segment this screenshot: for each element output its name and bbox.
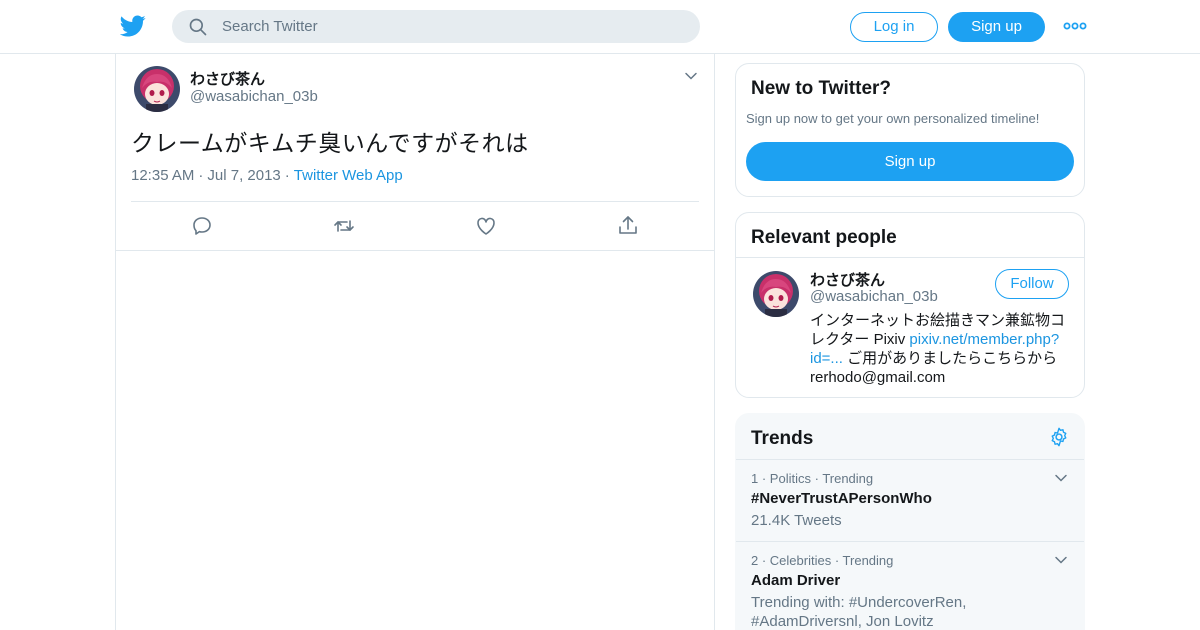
tweet-time[interactable]: 12:35 AM bbox=[131, 167, 194, 184]
main-column: わさび茶ん @wasabichan_03b クレームがキムチ臭いんですがそれは … bbox=[115, 54, 715, 630]
search-box[interactable] bbox=[172, 10, 700, 43]
trend-detail: 21.4K Tweets bbox=[751, 512, 842, 529]
tweet-date[interactable]: Jul 7, 2013 bbox=[207, 167, 280, 184]
card-title: Trends bbox=[751, 428, 814, 449]
divider bbox=[131, 201, 699, 202]
tweet-meta: 12:35 AM · Jul 7, 2013 · Twitter Web App bbox=[131, 167, 403, 184]
person-handle[interactable]: @wasabichan_03b bbox=[810, 288, 938, 305]
like-icon[interactable] bbox=[474, 214, 498, 238]
follow-button[interactable]: Follow bbox=[995, 269, 1069, 299]
bio-text: ご用がありましたらこちらから rerhodo@gmail.com bbox=[810, 350, 1058, 386]
person-display-name[interactable]: わさび茶ん bbox=[810, 269, 885, 290]
divider bbox=[736, 257, 1084, 258]
more-dots-icon[interactable] bbox=[1062, 16, 1088, 36]
relevant-people-card: Relevant people わさび茶ん @wasabichan_03b Fo… bbox=[735, 212, 1085, 398]
twitter-bird-icon[interactable] bbox=[120, 13, 146, 39]
retweet-icon[interactable] bbox=[332, 214, 356, 238]
tweet-handle[interactable]: @wasabichan_03b bbox=[190, 88, 318, 105]
trend-context: 1 · Politics · Trending bbox=[751, 471, 874, 486]
tweet-text: クレームがキムチ臭いんですがそれは bbox=[131, 131, 529, 157]
top-bar: Log in Sign up bbox=[0, 0, 1200, 54]
search-icon bbox=[189, 18, 207, 36]
login-button[interactable]: Log in bbox=[850, 12, 938, 42]
new-to-twitter-card: New to Twitter? Sign up now to get your … bbox=[735, 63, 1085, 197]
sidebar-signup-button[interactable]: Sign up bbox=[746, 142, 1074, 181]
card-title: Relevant people bbox=[751, 227, 897, 248]
avatar-image bbox=[753, 271, 799, 317]
trends-card: Trends 1 · Politics · Trending #NeverTru… bbox=[735, 413, 1085, 630]
trend-item[interactable]: 1 · Politics · Trending #NeverTrustAPers… bbox=[736, 459, 1084, 541]
avatar[interactable] bbox=[134, 66, 180, 112]
share-icon[interactable] bbox=[616, 214, 640, 238]
avatar-image bbox=[134, 66, 180, 112]
trend-name[interactable]: Adam Driver bbox=[751, 572, 840, 589]
chevron-down-icon[interactable] bbox=[1054, 471, 1068, 485]
avatar[interactable] bbox=[753, 271, 799, 317]
signup-button[interactable]: Sign up bbox=[948, 12, 1045, 42]
tweet-source-link[interactable]: Twitter Web App bbox=[294, 167, 403, 184]
tweet: わさび茶ん @wasabichan_03b クレームがキムチ臭いんですがそれは … bbox=[116, 54, 714, 251]
chevron-down-icon[interactable] bbox=[1054, 553, 1068, 567]
trend-name[interactable]: #NeverTrustAPersonWho bbox=[751, 490, 932, 507]
trend-item[interactable]: 2 · Celebrities · Trending Adam Driver T… bbox=[736, 541, 1084, 630]
search-input[interactable] bbox=[222, 10, 682, 43]
gear-icon[interactable] bbox=[1048, 426, 1070, 448]
reply-icon[interactable] bbox=[190, 214, 214, 238]
person-bio: インターネットお絵描きマン兼鉱物コレクター Pixiv pixiv.net/me… bbox=[810, 311, 1072, 387]
card-title: New to Twitter? bbox=[751, 78, 892, 99]
chevron-down-icon[interactable] bbox=[684, 69, 698, 83]
trend-context: 2 · Celebrities · Trending bbox=[751, 553, 894, 568]
tweet-display-name[interactable]: わさび茶ん bbox=[190, 68, 265, 89]
trend-detail: Trending with: #UndercoverRen, #AdamDriv… bbox=[751, 594, 967, 630]
card-subtitle: Sign up now to get your own personalized… bbox=[746, 111, 1040, 126]
